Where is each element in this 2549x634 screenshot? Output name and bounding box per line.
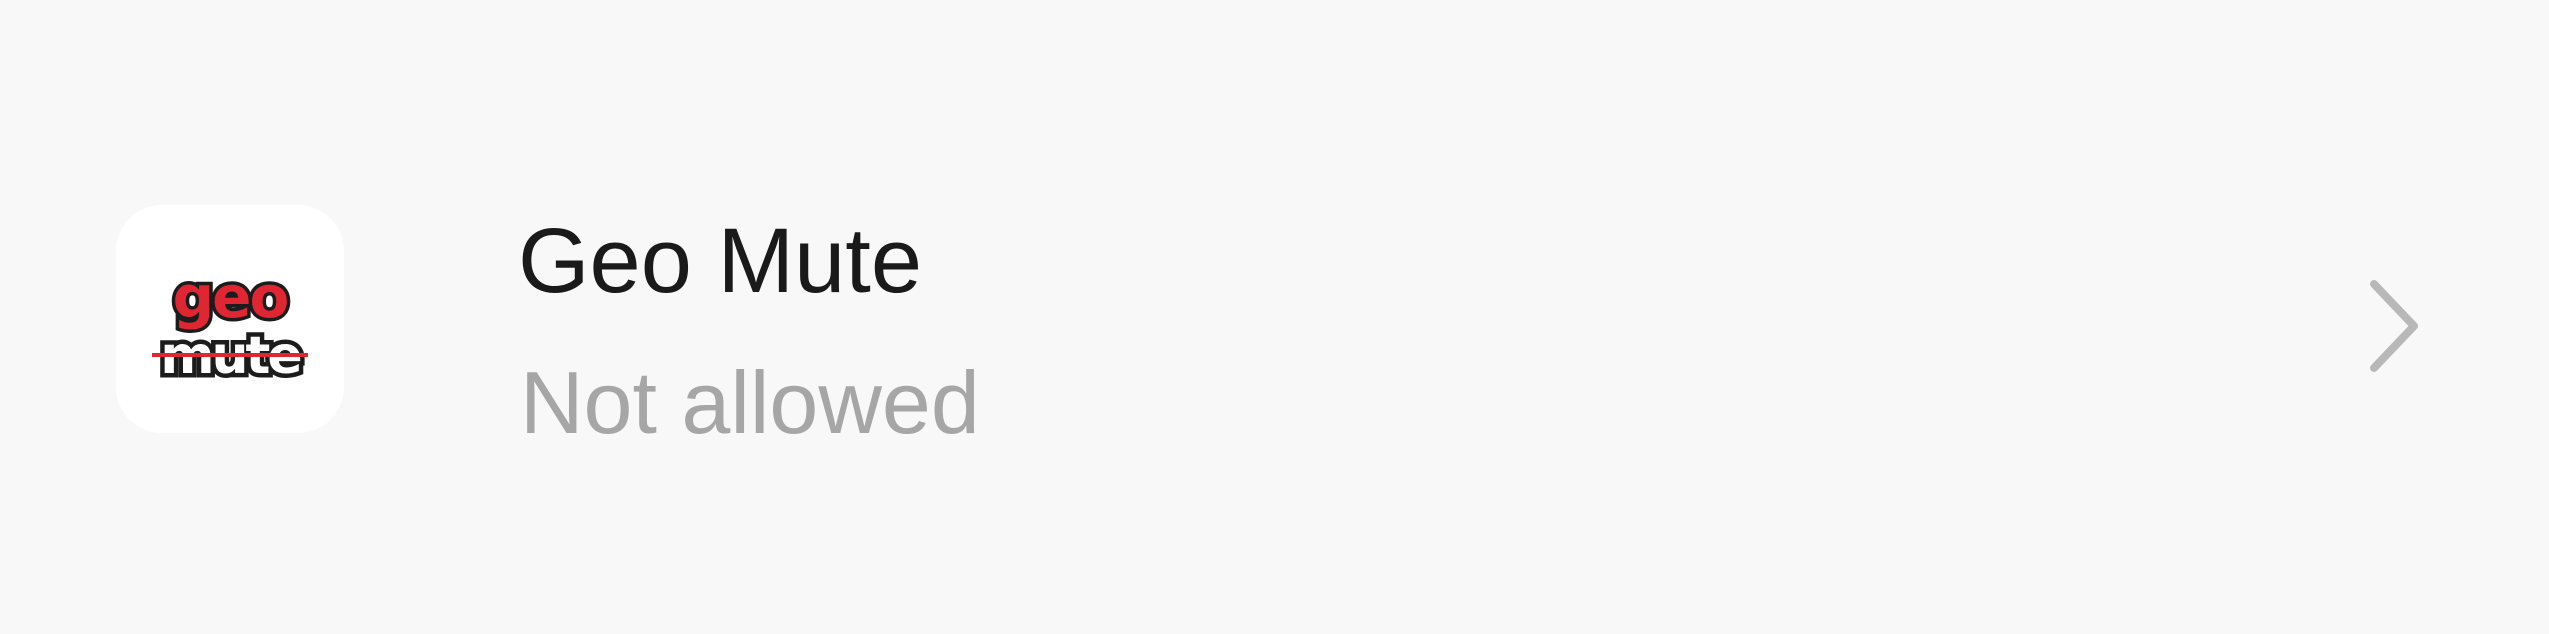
- chevron-right-icon[interactable]: [2364, 276, 2424, 376]
- svg-text:geo: geo: [173, 263, 288, 331]
- geo-mute-app-icon: geo mute: [116, 205, 344, 433]
- app-name: Geo Mute: [518, 210, 922, 312]
- permission-status: Not allowed: [520, 353, 980, 452]
- app-permission-row[interactable]: geo mute Geo Mute Not allowed: [0, 0, 2549, 634]
